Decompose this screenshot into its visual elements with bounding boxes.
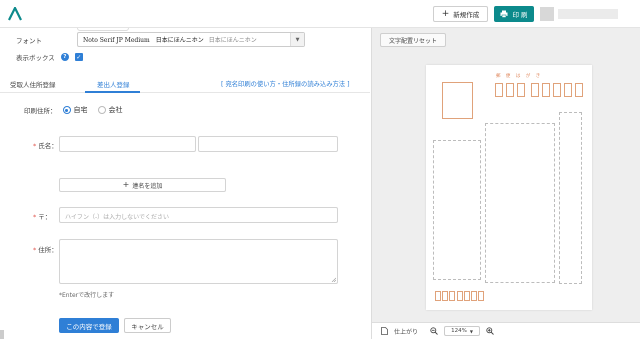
recipient-name-box[interactable] (485, 123, 555, 283)
zip-digit-box (506, 83, 514, 97)
zip-digit-box (553, 83, 561, 97)
help-icon[interactable]: ? (60, 53, 69, 61)
sender-box[interactable] (433, 140, 481, 280)
chevron-down-icon: ▼ (469, 328, 473, 334)
reset-layout-button[interactable]: 文字配置リセット (380, 33, 446, 47)
document-icon (381, 327, 388, 335)
stamp-area (442, 82, 473, 119)
show-box-label: 表示ボックス (16, 54, 55, 62)
address-label-wrap: * 住所： (33, 244, 58, 254)
add-joint-name-button[interactable]: + 連名を追加 (59, 178, 226, 192)
new-button[interactable]: + 新規作成 (433, 6, 488, 22)
sender-zip-box (471, 291, 477, 301)
active-tab-indicator (85, 91, 140, 93)
new-button-label: 新規作成 (453, 11, 480, 19)
enter-hint: *Enterで改行します (59, 292, 115, 299)
radio-home[interactable]: 自宅 (62, 105, 88, 115)
postcard-preview: 郵 便 は が き (426, 65, 592, 310)
tab-bar: 受取人住所登録 差出人登録 [ 宛名印刷の使い方・住所録の読み込み方法 ] (0, 73, 370, 93)
font-label: フォント (16, 37, 42, 45)
radio-company-button[interactable] (97, 106, 106, 114)
sender-zip-box (435, 291, 441, 301)
finish-toggle[interactable]: 仕上がり (394, 327, 418, 336)
sender-zip-box (478, 291, 484, 301)
zoom-select[interactable]: 124% ▼ (444, 326, 481, 336)
add-joint-name-label: 連名を追加 (132, 182, 163, 190)
collapse-handle[interactable] (77, 28, 129, 31)
tab-sender[interactable]: 差出人登録 (97, 79, 130, 89)
zip-digit-box (575, 83, 583, 97)
account-name[interactable] (558, 9, 618, 19)
preview-toolbar: 仕上がり 124% ▼ (372, 322, 640, 339)
top-bar: + 新規作成 印 刷 (0, 0, 640, 28)
zip-digit-box (495, 83, 503, 97)
zip-label: 〒： (38, 213, 52, 221)
zip-label-wrap: * 〒： (33, 211, 51, 221)
required-mark: * (33, 213, 37, 221)
recipient-address-box[interactable] (559, 112, 582, 284)
form-panel: フォント Noto Serif JP Medium 日本にほんニホン 日本にほん… (0, 28, 370, 339)
address-textarea[interactable] (59, 239, 338, 284)
show-box-row: 表示ボックス ? ✓ (16, 51, 83, 63)
font-select-value: Noto Serif JP Medium 日本にほんニホン (83, 37, 204, 44)
scrollbar[interactable] (0, 330, 4, 339)
plus-icon: + (441, 8, 450, 19)
radio-home-button[interactable] (62, 106, 71, 114)
name-label: 氏名： (38, 142, 58, 150)
zip-input[interactable]: ハイフン（-）は入力しないでください (59, 207, 338, 223)
radio-home-label: 自宅 (73, 106, 88, 114)
printer-icon (500, 10, 508, 18)
tab-recipient[interactable]: 受取人住所登録 (10, 79, 56, 89)
zip-placeholder: ハイフン（-）は入力しないでください (65, 214, 169, 221)
address-label: 住所： (38, 246, 58, 254)
sender-zip-box (457, 291, 463, 301)
resize-handle-icon[interactable] (331, 277, 336, 282)
usage-help-link[interactable]: [ 宛名印刷の使い方・住所録の読み込み方法 ] (221, 79, 350, 88)
zoom-in-icon[interactable] (486, 327, 494, 335)
zip-digit-box (517, 83, 525, 97)
font-select[interactable]: Noto Serif JP Medium 日本にほんニホン 日本にほんニホン ▼ (77, 32, 305, 47)
radio-company[interactable]: 会社 (97, 105, 123, 115)
zoom-out-icon[interactable] (430, 327, 438, 335)
name-label-wrap: * 氏名： (33, 140, 58, 150)
first-name-input[interactable] (198, 136, 338, 152)
print-address-label: 印刷住所： (24, 107, 57, 115)
postcard-caption: 郵 便 は が き (496, 74, 543, 79)
zip-digit-box (542, 83, 550, 97)
font-preview: 日本にほんニホン (208, 37, 257, 44)
print-address-row: 印刷住所： 自宅 会社 (24, 104, 127, 116)
required-mark: * (33, 246, 37, 254)
show-box-checkbox[interactable]: ✓ (74, 53, 83, 61)
print-button[interactable]: 印 刷 (494, 6, 534, 22)
sender-zip-box (464, 291, 470, 301)
last-name-input[interactable] (59, 136, 196, 152)
avatar[interactable] (540, 7, 554, 21)
preview-panel: 文字配置リセット 郵 便 は が き 仕上がり 124% ▼ (371, 28, 640, 339)
font-row: フォント (16, 33, 42, 47)
required-mark: * (33, 142, 37, 150)
zoom-value: 124% (451, 328, 467, 334)
zip-digit-box (564, 83, 572, 97)
sender-zip-box (449, 291, 455, 301)
radio-company-label: 会社 (108, 106, 123, 114)
sender-zip-box (442, 291, 448, 301)
zip-digit-box (531, 83, 539, 97)
print-button-label: 印 刷 (512, 11, 528, 19)
logo-icon[interactable] (7, 7, 23, 21)
cancel-button[interactable]: キャンセル (124, 318, 171, 333)
plus-icon: + (122, 180, 130, 189)
register-button[interactable]: この内容で登録 (59, 318, 119, 333)
chevron-down-icon[interactable]: ▼ (290, 33, 304, 46)
